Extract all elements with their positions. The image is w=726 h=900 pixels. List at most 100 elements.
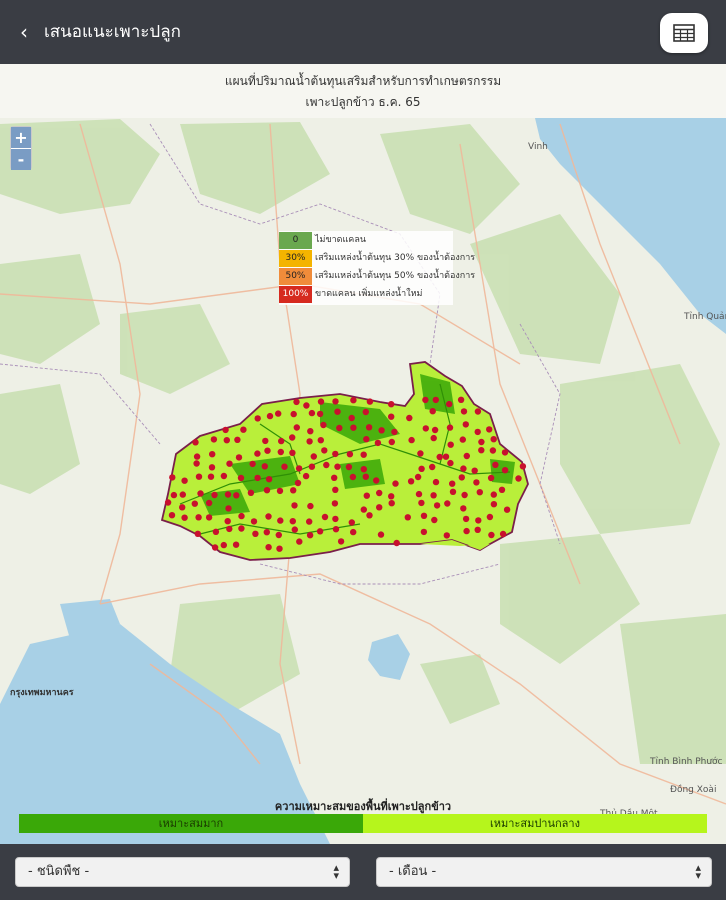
station-point[interactable]	[296, 538, 303, 545]
station-point[interactable]	[334, 463, 341, 470]
station-point[interactable]	[349, 473, 357, 481]
station-point[interactable]	[212, 528, 220, 535]
station-point[interactable]	[169, 474, 176, 481]
station-point[interactable]	[365, 424, 373, 431]
station-point[interactable]	[444, 500, 451, 507]
station-point[interactable]	[334, 408, 341, 415]
station-point[interactable]	[179, 504, 186, 511]
station-point[interactable]	[336, 424, 343, 432]
station-point[interactable]	[442, 453, 450, 460]
station-point[interactable]	[237, 474, 245, 482]
station-point[interactable]	[331, 500, 339, 507]
station-point[interactable]	[473, 479, 480, 486]
station-point[interactable]	[291, 502, 298, 509]
station-point[interactable]	[234, 436, 241, 443]
station-point[interactable]	[360, 466, 367, 473]
station-point[interactable]	[501, 467, 509, 474]
station-point[interactable]	[264, 447, 271, 454]
station-point[interactable]	[181, 477, 188, 484]
station-point[interactable]	[430, 434, 437, 442]
station-point[interactable]	[348, 519, 355, 526]
station-point[interactable]	[449, 488, 457, 495]
station-point[interactable]	[205, 499, 213, 507]
station-point[interactable]	[415, 490, 423, 498]
station-point[interactable]	[307, 502, 314, 510]
station-point[interactable]	[407, 478, 415, 485]
station-point[interactable]	[207, 473, 215, 480]
table-view-button[interactable]	[660, 13, 708, 53]
station-point[interactable]	[290, 410, 297, 418]
station-point[interactable]	[265, 476, 273, 483]
station-point[interactable]	[393, 539, 400, 547]
zoom-in-button[interactable]: +	[11, 127, 31, 148]
station-point[interactable]	[263, 487, 271, 494]
station-point[interactable]	[263, 529, 270, 536]
station-point[interactable]	[306, 518, 313, 525]
station-point[interactable]	[197, 490, 204, 497]
station-point[interactable]	[449, 480, 456, 487]
station-point[interactable]	[308, 409, 316, 417]
station-point[interactable]	[252, 530, 259, 537]
station-point[interactable]	[181, 514, 188, 521]
map-view[interactable]: Vinh กรุงเทพมหานคร Tỉnh Quảng Trị Tỉnh B…	[0, 64, 726, 844]
back-arrow-icon[interactable]: ‹	[14, 20, 34, 44]
station-point[interactable]	[392, 480, 399, 487]
station-point[interactable]	[254, 474, 261, 482]
station-point[interactable]	[374, 439, 382, 447]
station-point[interactable]	[476, 489, 483, 496]
station-point[interactable]	[492, 461, 499, 468]
station-point[interactable]	[457, 396, 465, 403]
station-point[interactable]	[293, 398, 300, 406]
station-point[interactable]	[289, 449, 296, 456]
station-point[interactable]	[226, 525, 233, 533]
station-point[interactable]	[519, 463, 527, 470]
station-point[interactable]	[332, 486, 339, 493]
station-point[interactable]	[406, 414, 413, 422]
station-point[interactable]	[179, 491, 186, 498]
station-point[interactable]	[422, 396, 429, 404]
station-point[interactable]	[487, 474, 495, 482]
station-point[interactable]	[224, 491, 232, 498]
station-point[interactable]	[332, 526, 340, 533]
station-point[interactable]	[295, 465, 303, 472]
station-point[interactable]	[346, 451, 354, 458]
crop-type-select[interactable]: - ชนิดพืช - ▴ ▾	[15, 857, 350, 887]
station-point[interactable]	[377, 531, 385, 538]
station-point[interactable]	[474, 408, 482, 415]
station-point[interactable]	[463, 527, 470, 535]
station-point[interactable]	[210, 436, 218, 443]
station-point[interactable]	[233, 492, 240, 499]
station-point[interactable]	[490, 491, 497, 498]
station-point[interactable]	[276, 545, 283, 552]
station-point[interactable]	[360, 451, 367, 458]
station-point[interactable]	[261, 463, 268, 470]
station-point[interactable]	[194, 530, 201, 537]
station-point[interactable]	[208, 464, 216, 471]
station-point[interactable]	[515, 475, 522, 482]
station-point[interactable]	[429, 463, 436, 471]
station-point[interactable]	[478, 438, 485, 446]
station-point[interactable]	[323, 461, 330, 469]
station-point[interactable]	[373, 477, 380, 484]
station-point[interactable]	[332, 398, 339, 405]
station-point[interactable]	[321, 513, 329, 521]
station-point[interactable]	[490, 436, 497, 443]
station-point[interactable]	[250, 518, 258, 525]
station-point[interactable]	[362, 408, 369, 416]
station-point[interactable]	[462, 421, 469, 428]
station-point[interactable]	[471, 467, 478, 474]
station-point[interactable]	[249, 460, 256, 468]
station-point[interactable]	[460, 465, 467, 472]
station-point[interactable]	[170, 491, 178, 499]
station-point[interactable]	[362, 473, 369, 480]
station-point[interactable]	[195, 473, 203, 480]
station-point[interactable]	[446, 424, 454, 431]
month-select[interactable]: - เดือน - ▴ ▾	[376, 857, 712, 887]
station-point[interactable]	[429, 408, 436, 415]
station-point[interactable]	[488, 531, 495, 539]
station-point[interactable]	[388, 438, 395, 446]
station-point[interactable]	[310, 453, 317, 460]
station-point[interactable]	[345, 463, 353, 471]
station-point[interactable]	[220, 472, 228, 480]
station-point[interactable]	[408, 436, 415, 444]
